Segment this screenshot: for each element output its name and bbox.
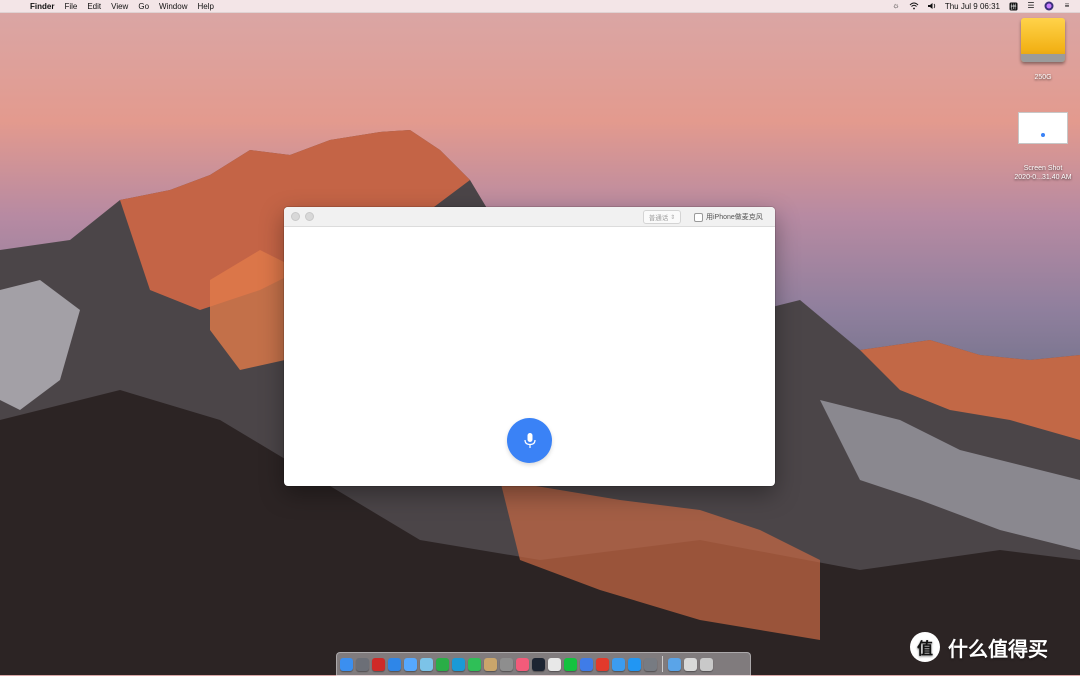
watermark-badge: 值 [910, 632, 940, 662]
brightness-icon[interactable]: ☼ [891, 1, 901, 11]
menu-app-name[interactable]: Finder [30, 2, 54, 11]
watermark: 值 什么值得买 [910, 632, 1048, 662]
siri-icon[interactable] [1044, 1, 1054, 11]
menu-clock[interactable]: Thu Jul 9 06:31 [945, 2, 1000, 11]
apple-menu-icon[interactable] [10, 1, 20, 11]
menu-view[interactable]: View [111, 2, 128, 11]
volume-icon[interactable] [927, 1, 937, 11]
screenshot-label-line1: Screen Shot [1023, 165, 1063, 172]
dock-wechat-icon[interactable] [436, 657, 449, 671]
dock-downloads-icon[interactable] [684, 657, 697, 671]
menu-go[interactable]: Go [138, 2, 149, 11]
dock-media-icon[interactable] [532, 657, 545, 671]
screenshot-thumbnail [1018, 112, 1068, 144]
dock [336, 652, 751, 676]
dock-app-store-icon[interactable] [628, 657, 641, 671]
screenshot-label-line2: 2020-0...31.40 AM [1014, 174, 1072, 181]
menu-file[interactable]: File [64, 2, 77, 11]
checkbox-box[interactable] [694, 212, 703, 222]
language-select[interactable]: 普通话 ⇕ [643, 210, 681, 224]
svg-text:拼: 拼 [1010, 2, 1016, 10]
iphone-mic-label: 用iPhone做麦克风 [706, 214, 763, 221]
chevron-updown-icon: ⇕ [670, 214, 676, 221]
dock-iqiyi-icon[interactable] [564, 657, 577, 671]
watermark-text: 什么值得买 [948, 638, 1048, 661]
dock-acrobat-icon[interactable] [372, 657, 385, 671]
dock-finder-icon[interactable] [340, 657, 353, 671]
dock-messages-icon[interactable] [468, 657, 481, 671]
menu-edit[interactable]: Edit [87, 2, 101, 11]
desktop-screenshot-file[interactable]: Screen Shot 2020-0...31.40 AM [1008, 112, 1078, 182]
dock-system-preferences-icon[interactable] [644, 657, 657, 671]
microphone-button[interactable] [507, 418, 552, 463]
desktop-drive-icon[interactable]: 250G [1014, 18, 1072, 81]
iphone-mic-checkbox[interactable]: 用iPhone做麦克风 [694, 212, 763, 222]
menu-bar: Finder File Edit View Go Window Help ☼ T… [0, 0, 1080, 13]
microphone-icon [523, 432, 536, 448]
dock-folder-icon[interactable] [668, 657, 681, 671]
dock-photos-icon[interactable] [500, 657, 513, 671]
input-method-icon[interactable]: 拼 [1008, 1, 1018, 11]
dock-trash-icon[interactable] [700, 657, 713, 671]
wifi-icon[interactable] [909, 1, 919, 11]
dock-maps-icon[interactable] [612, 657, 625, 671]
dock-qq-icon[interactable] [452, 657, 465, 671]
dock-preview-icon[interactable] [420, 657, 433, 671]
dock-music-icon[interactable] [516, 657, 529, 671]
dock-notes-icon[interactable] [484, 657, 497, 671]
drive-label: 250G [1034, 74, 1052, 81]
minimize-button[interactable] [305, 212, 314, 221]
dock-launchpad-icon[interactable] [356, 657, 369, 671]
dock-weibo-icon[interactable] [596, 657, 609, 671]
window-titlebar[interactable]: 普通话 ⇕ 用iPhone做麦克风 [284, 207, 775, 227]
dock-mail-icon[interactable] [404, 657, 417, 671]
menu-help[interactable]: Help [197, 2, 213, 11]
menu-icon[interactable]: ≡ [1062, 1, 1072, 11]
menu-window[interactable]: Window [159, 2, 187, 11]
dock-tencent-video-icon[interactable] [580, 657, 593, 671]
close-button[interactable] [291, 212, 300, 221]
hard-drive-icon [1021, 18, 1065, 62]
dock-safari-icon[interactable] [388, 657, 401, 671]
dictation-window: 普通话 ⇕ 用iPhone做麦克风 [284, 207, 775, 486]
dock-store-icon[interactable] [548, 657, 561, 671]
dock-separator [662, 656, 663, 672]
list-icon[interactable]: ☰ [1026, 1, 1036, 11]
language-select-value: 普通话 [648, 215, 669, 222]
